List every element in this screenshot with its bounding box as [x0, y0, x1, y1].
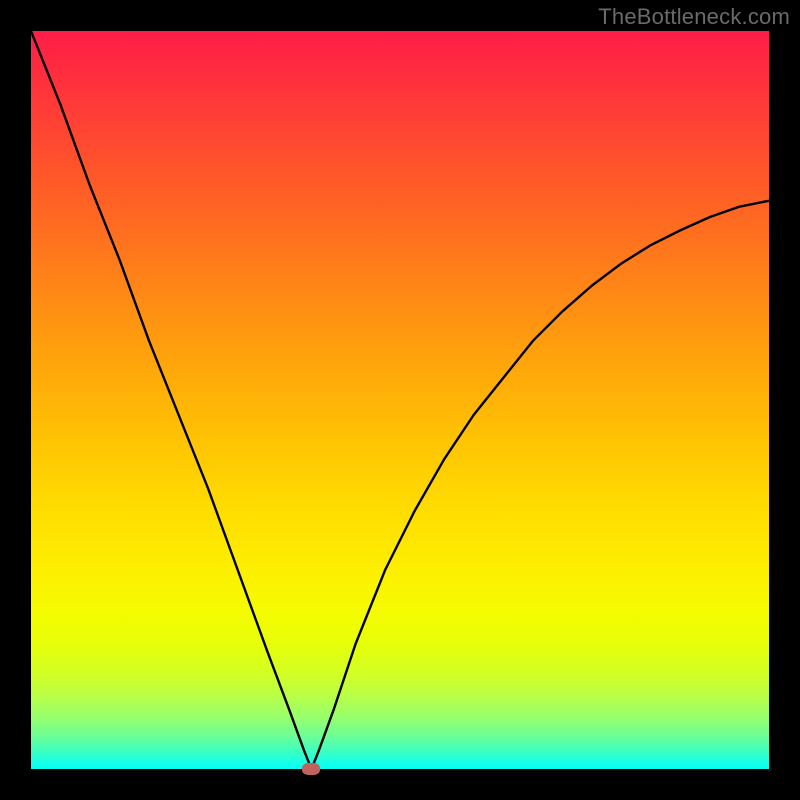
minimum-marker [302, 763, 320, 775]
bottleneck-curve [31, 31, 769, 769]
plot-area [31, 31, 769, 769]
watermark-text: TheBottleneck.com [598, 4, 790, 30]
chart-frame: TheBottleneck.com [0, 0, 800, 800]
